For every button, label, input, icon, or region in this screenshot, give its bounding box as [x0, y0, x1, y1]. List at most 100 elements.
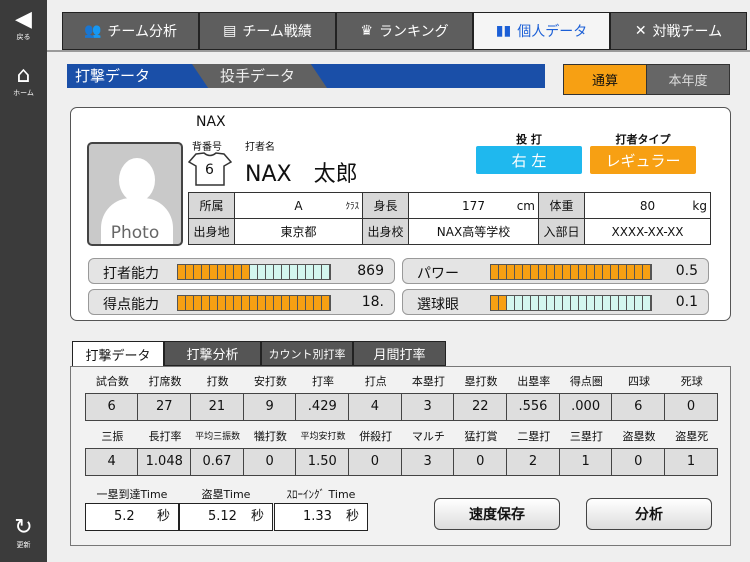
tab-ranking[interactable]: ♛ ランキング: [336, 12, 473, 50]
gauge-segment: [250, 296, 258, 310]
time-field[interactable]: 5.2 秒: [85, 503, 179, 531]
info-value: XXXX-XX-XX: [584, 218, 711, 245]
stat-header: 長打率: [148, 430, 182, 443]
throw-bat-label: 投 打: [516, 133, 542, 146]
stat-column: 三塁打 1: [558, 428, 613, 476]
stat-header: 打率: [312, 375, 335, 388]
gauge-segment: [603, 296, 611, 310]
stat-header: 打数: [206, 375, 229, 388]
gauge-segment: [322, 296, 330, 310]
gauge-segment: [627, 296, 635, 310]
time-field[interactable]: 5.12 秒: [179, 503, 273, 531]
gauge-segment: [322, 265, 330, 279]
refresh-icon: ↻: [14, 515, 33, 540]
stat-value: 2: [505, 448, 561, 476]
gauge-segment: [547, 296, 555, 310]
stat-value: 21: [189, 393, 245, 421]
analyze-button[interactable]: 分析: [586, 498, 712, 530]
lower-tab-batting-data[interactable]: 打撃データ: [72, 341, 164, 366]
stat-value: .429: [295, 393, 350, 421]
gauge-segment: [523, 296, 531, 310]
stat-value: 6: [611, 393, 666, 421]
back-button[interactable]: ◀ 戻る: [0, 8, 47, 42]
ability-name: 得点能力: [103, 297, 159, 313]
lower-tab-monthly-average[interactable]: 月間打率: [353, 341, 446, 366]
home-button[interactable]: ⌂ ホーム: [0, 64, 47, 98]
lower-tab-count-average[interactable]: カウント別打率: [261, 341, 353, 366]
gauge-segment: [178, 296, 186, 310]
lower-tab-batting-analysis[interactable]: 打撃分析: [164, 341, 261, 366]
stat-header: 盗塁数: [622, 430, 656, 443]
time-field[interactable]: 1.33 秒: [274, 503, 368, 531]
time-unit: 秒: [250, 509, 264, 524]
stat-header: 本塁打: [411, 375, 445, 388]
subtab-batting[interactable]: 打撃データ: [75, 64, 150, 88]
gauge-segment: [186, 296, 194, 310]
gauge-segment: [611, 265, 619, 279]
refresh-button[interactable]: ↻ 更新: [0, 516, 47, 550]
stat-header: 三振: [101, 430, 124, 443]
info-unit: kg: [692, 198, 707, 213]
info-label: 入部日: [538, 218, 585, 245]
gauge-segment: [531, 265, 539, 279]
tab-team-analysis[interactable]: 👥 チーム分析: [62, 12, 199, 50]
stat-value: 1: [663, 448, 719, 476]
tab-opponent-team[interactable]: ✕ 対戦チーム: [610, 12, 747, 50]
tab-team-record[interactable]: ▤ チーム戦績: [199, 12, 336, 50]
ability-name: パワー: [417, 266, 459, 282]
gauge-segment: [595, 265, 603, 279]
stat-header: 四球: [628, 375, 651, 388]
stat-header: 猛打賞: [464, 430, 498, 443]
ability-gauge: [177, 295, 331, 311]
gauge-segment: [306, 265, 314, 279]
stat-value: 0: [453, 448, 508, 476]
gauge-segment: [643, 296, 651, 310]
stat-value: 9: [242, 393, 297, 421]
stat-value: 1: [558, 448, 613, 476]
document-icon: ▤: [223, 23, 237, 39]
gauge-segment: [210, 265, 218, 279]
period-this-year-button[interactable]: 本年度: [646, 64, 730, 95]
gauge-segment: [499, 265, 507, 279]
time-unit: 秒: [156, 509, 170, 524]
batter-type-badge: レギュラー: [590, 146, 696, 174]
team-icon: 👥: [83, 23, 102, 39]
home-icon: ⌂: [16, 63, 31, 88]
sidebar: ◀ 戻る ⌂ ホーム ↻ 更新: [0, 0, 47, 562]
time-unit: 秒: [345, 509, 359, 524]
stat-column: 盗塁数 0: [611, 428, 666, 476]
stat-header: 出塁率: [517, 375, 551, 388]
stat-column: 平均三振数 0.67: [189, 428, 245, 476]
info-label: 身長: [362, 192, 409, 219]
save-speed-button[interactable]: 速度保存: [434, 498, 560, 530]
tab-personal-data[interactable]: ▮▮ 個人データ: [473, 12, 610, 50]
gauge-segment: [218, 296, 226, 310]
gauge-segment: [290, 265, 298, 279]
stat-column: 打率 .429: [295, 373, 350, 421]
ability-bar: 打者能力 869: [88, 258, 395, 284]
stat-column: 長打率 1.048: [137, 428, 192, 476]
stat-value: 0: [347, 448, 403, 476]
stat-column: 三振 4: [84, 428, 139, 476]
time-label: 一塁到達Time: [96, 488, 168, 501]
stat-header: 打点: [364, 375, 387, 388]
gauge-segment: [587, 265, 595, 279]
subtab-pitching[interactable]: 投手データ: [220, 64, 295, 88]
period-total-button[interactable]: 通算: [563, 64, 647, 95]
stat-value: 0: [242, 448, 297, 476]
info-unit: ｸﾗｽ: [345, 201, 359, 212]
stat-value: 6: [84, 393, 139, 421]
stat-header: 安打数: [253, 375, 287, 388]
gauge-segment: [194, 296, 202, 310]
gauge-segment: [563, 296, 571, 310]
info-value: 80: [639, 198, 656, 213]
gauge-segment: [587, 296, 595, 310]
gauge-segment: [571, 296, 579, 310]
gauge-segment: [603, 265, 611, 279]
stat-header: 平均三振数: [195, 432, 241, 442]
gauge-segment: [250, 265, 258, 279]
jersey-icon: 6: [187, 152, 233, 186]
time-value: 1.33: [303, 509, 332, 524]
ability-value: 869: [357, 263, 384, 279]
gauge-segment: [298, 296, 306, 310]
